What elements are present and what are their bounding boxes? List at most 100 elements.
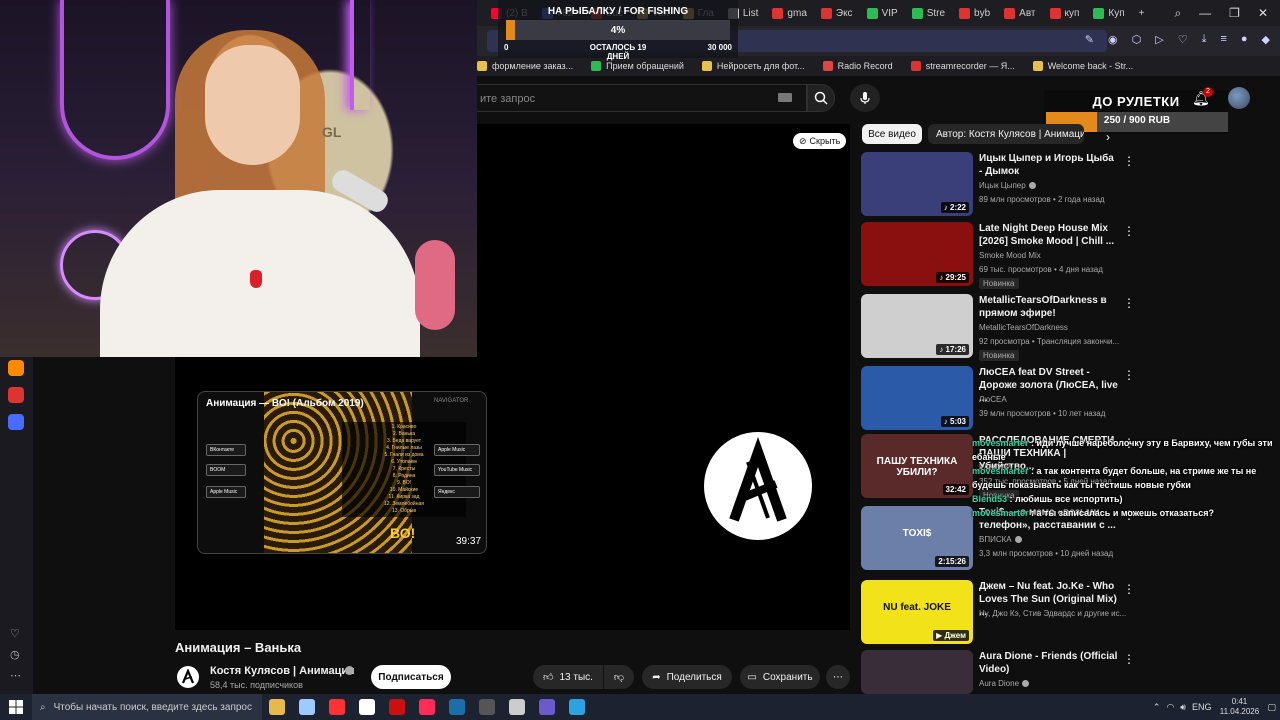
clock[interactable]: 0:41 11.04.2026 xyxy=(1217,697,1261,717)
network-icon[interactable]: ◠ xyxy=(1166,702,1174,713)
dislike-button[interactable]: 👎︎ xyxy=(604,665,634,689)
browser-tab[interactable]: Экс xyxy=(815,3,859,23)
voice-search-button[interactable] xyxy=(850,84,880,112)
chip-author[interactable]: Автор: Костя Кулясов | Анимация xyxy=(928,124,1084,144)
notifications-icon[interactable]: ▢ xyxy=(1267,702,1276,713)
more-actions-button[interactable]: ⋯ xyxy=(826,665,850,689)
obs-taskbar-button[interactable] xyxy=(472,694,502,720)
channel-name[interactable]: Костя Кулясов | Анимация xyxy=(210,665,355,677)
recommendation-channel[interactable]: ВПИСКА xyxy=(979,535,1129,544)
yandex-browser-taskbar-button[interactable] xyxy=(352,694,382,720)
favorites-heart-icon[interactable]: ♡ xyxy=(10,627,20,640)
browser-tab[interactable]: VIP xyxy=(861,3,904,23)
music-icon[interactable] xyxy=(8,414,24,430)
telegram-taskbar-button[interactable] xyxy=(562,694,592,720)
more-vert-icon[interactable]: ⋮ xyxy=(1123,224,1135,238)
settings-taskbar-button[interactable] xyxy=(502,694,532,720)
more-vert-icon[interactable]: ⋮ xyxy=(1123,582,1135,596)
new-tab-button[interactable]: + xyxy=(1133,3,1151,23)
video-thumbnail[interactable]: ♪ 2:22 xyxy=(861,152,973,216)
video-thumbnail[interactable]: NU feat. JOKE ▶ Джем xyxy=(861,580,973,644)
search-icon[interactable]: ⌕ xyxy=(1174,6,1181,21)
keyboard-icon[interactable] xyxy=(778,93,792,102)
menu-icon[interactable]: ≡ xyxy=(1220,33,1226,46)
recommendation-channel[interactable]: MetallicTearsOfDarkness xyxy=(979,323,1129,332)
recommendation-channel[interactable]: Smoke Mood Mix xyxy=(979,251,1129,260)
recommendation-title[interactable]: Ицык Цыпер и Игорь Цыба - Дымок xyxy=(979,152,1119,178)
subscribe-button[interactable]: Подписаться xyxy=(371,665,451,689)
close-icon[interactable]: ✕ xyxy=(1258,6,1268,21)
more-vert-icon[interactable]: ⋮ xyxy=(1123,652,1135,666)
recommendation-channel[interactable]: Ицык Цыпер xyxy=(979,181,1129,190)
edit-icon[interactable]: ✎ xyxy=(1085,33,1094,46)
recommendation-item[interactable]: ♪ 2:22 Ицык Цыпер и Игорь Цыба - Дымок Ицы… xyxy=(861,152,1161,216)
history-clock-icon[interactable]: ◷ xyxy=(10,648,20,661)
extension-icon[interactable]: ⬡ xyxy=(1132,33,1142,46)
heart-icon[interactable]: ♡ xyxy=(1178,33,1188,46)
save-button[interactable]: ▭ Сохранить xyxy=(740,665,820,689)
taskbar-search[interactable]: ⌕ Чтобы начать поиск, введите здесь запр… xyxy=(32,694,262,720)
steam-taskbar-button[interactable] xyxy=(442,694,472,720)
app-icon[interactable] xyxy=(8,387,24,403)
restore-icon[interactable]: ❐ xyxy=(1229,6,1240,21)
chip-all-videos[interactable]: Все видео xyxy=(862,124,922,144)
browser-tab[interactable]: Куп xyxy=(1087,3,1130,23)
browser-tab[interactable]: gmа xyxy=(766,3,812,23)
recommendation-item[interactable]: Aura Dione - Friends (Official Video) Aur… xyxy=(861,650,1161,694)
browser-tab[interactable]: Stre xyxy=(906,3,951,23)
notepad-taskbar-button[interactable] xyxy=(292,694,322,720)
camera-icon[interactable]: ◉ xyxy=(1108,33,1118,46)
more-vert-icon[interactable]: ⋮ xyxy=(1123,296,1135,310)
like-button[interactable]: 👍︎ 13 тыс. xyxy=(533,665,603,689)
recommendation-channel[interactable]: Ну, Джо Кэ, Стив Эдвардс и другие ис... xyxy=(979,609,1129,618)
browser-tab[interactable]: byb xyxy=(953,3,996,23)
more-horizontal-icon[interactable]: ⋯ xyxy=(10,669,21,682)
vk-taskbar-button[interactable] xyxy=(532,694,562,720)
recommendation-channel[interactable]: ЛюСEA xyxy=(979,395,1129,404)
mail-icon[interactable] xyxy=(8,360,24,376)
bookmark-item[interactable]: Нейросеть для фот... xyxy=(701,61,805,71)
opera-taskbar-button[interactable] xyxy=(382,694,412,720)
start-button[interactable] xyxy=(0,694,32,720)
recommendation-item[interactable]: ♪ 29:25 Late Night Deep House Mix [2026] … xyxy=(861,222,1161,289)
play-icon[interactable]: ▷ xyxy=(1155,33,1163,46)
video-thumbnail[interactable] xyxy=(861,650,973,694)
video-thumbnail[interactable]: TOXI$ 2:15:26 xyxy=(861,506,973,570)
bookmark-item[interactable]: streamrecorder — Я... xyxy=(910,61,1015,71)
channel-avatar[interactable] xyxy=(177,666,199,688)
hide-endscreen-button[interactable]: ⊘ Скрыть xyxy=(793,133,847,149)
recommendation-title[interactable]: MetallicTearsOfDarkness в прямом эфире! xyxy=(979,294,1119,320)
bookmark-item[interactable]: Welcome back - Str... xyxy=(1032,61,1133,71)
yandex-taskbar-button[interactable] xyxy=(322,694,352,720)
recommendation-title[interactable]: Late Night Deep House Mix [2026] Smoke M… xyxy=(979,222,1119,248)
minimize-icon[interactable]: — xyxy=(1199,6,1211,21)
recommendation-title[interactable]: Aura Dione - Friends (Official Video) xyxy=(979,650,1119,676)
lang-indicator[interactable]: ENG xyxy=(1192,702,1212,712)
browser-tab[interactable]: куп xyxy=(1044,3,1086,23)
recommendation-channel[interactable]: Aura Dione xyxy=(979,679,1129,688)
tray-chevron-icon[interactable]: ⌃ xyxy=(1153,702,1161,713)
video-thumbnail[interactable]: ♪ 29:25 xyxy=(861,222,973,286)
search-input[interactable]: ите запрос xyxy=(477,84,807,112)
opera-gx-taskbar-button[interactable] xyxy=(412,694,442,720)
volume-icon[interactable]: 🔊︎ xyxy=(1180,702,1186,713)
recommendation-item[interactable]: ♪ 5:03 ЛюСEA feat DV Street - Дороже золо… xyxy=(861,366,1161,430)
video-thumbnail[interactable]: ♪ 17:26 xyxy=(861,294,973,358)
video-thumbnail[interactable]: ПАШУ ТЕХНИКА УБИЛИ? 32:42 xyxy=(861,434,973,498)
bookmark-item[interactable]: Radio Record xyxy=(822,61,893,71)
endscreen-video-card[interactable]: 1. Красиво 2. Ванька 3. Беда варует 4. Г… xyxy=(197,391,487,554)
recommendation-item[interactable]: ♪ 17:26 MetallicTearsOfDarkness в прямом … xyxy=(861,294,1161,361)
more-vert-icon[interactable]: ⋮ xyxy=(1123,154,1135,168)
chevron-right-icon[interactable]: › xyxy=(1106,130,1110,144)
cube-icon[interactable]: ◆ xyxy=(1262,33,1270,46)
profile-icon[interactable]: ● xyxy=(1241,33,1248,46)
download-icon[interactable]: ⤓ xyxy=(1202,33,1207,46)
browser-tab[interactable]: Авт xyxy=(998,3,1041,23)
more-vert-icon[interactable]: ⋮ xyxy=(1123,368,1135,382)
bookmark-item[interactable]: формление заказ... xyxy=(477,61,573,71)
search-button[interactable] xyxy=(807,84,835,112)
video-thumbnail[interactable]: ♪ 5:03 xyxy=(861,366,973,430)
recommendation-item[interactable]: NU feat. JOKE ▶ Джем Джем – Nu feat. Jo.Ke… xyxy=(861,580,1161,644)
bookmark-item[interactable]: Прием обращений xyxy=(591,61,684,71)
channel-logo-endscreen[interactable] xyxy=(704,432,812,540)
